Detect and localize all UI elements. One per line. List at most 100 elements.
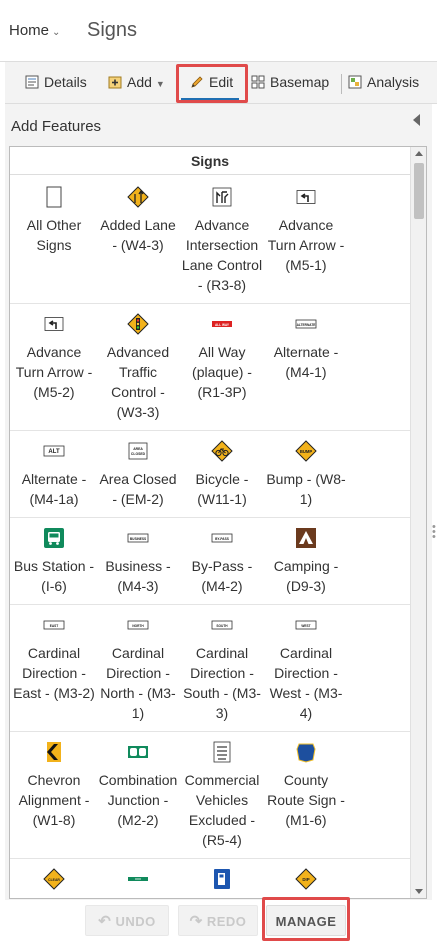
details-icon [25,75,39,89]
feature-template-item[interactable]: Commercial Vehicles Excluded - (R5-4) [180,732,264,859]
feature-template-item[interactable]: BUSINESS Business - (M4-3) [96,518,180,605]
redo-icon: ↷ [189,913,203,930]
feature-template-label: Business - (M4-3) [105,558,171,594]
feature-template-item[interactable]: EAST Cardinal Direction - East - (M3-2) [12,605,96,732]
analysis-button[interactable]: Analysis [348,74,419,90]
alt-sign-icon: ALT [43,440,65,467]
camping-sign-icon [295,527,317,554]
feature-template-label: Bus Station - (I-6) [13,558,95,594]
feature-template-item[interactable] [180,859,264,898]
south-sign-icon: SOUTH [211,614,233,641]
feature-template-item[interactable]: Chevron Alignment - (W1-8) [12,732,96,859]
east-sign-icon: EAST [43,614,65,641]
turn-arrow-sign-icon [295,186,317,213]
template-row: ALT Alternate - (M4-1a) AREA CLOSED Area Clo… [10,431,410,518]
scroll-down-icon[interactable] [415,889,423,894]
panel-title: Add Features [11,118,102,135]
edit-highlight-box [176,64,248,103]
feature-template-label: Bicycle - (W11-1) [195,471,249,507]
feature-template-item[interactable]: AREA CLOSED Area Closed - (EM-2) [96,431,180,518]
analysis-icon [348,75,362,89]
feature-template-item[interactable]: All Other Signs [12,177,96,304]
feature-template-label: Chevron Alignment - (W1-8) [18,772,90,828]
feature-template-item[interactable]: Bus Station - (I-6) [12,518,96,605]
feature-template-label: All Other Signs [26,217,82,253]
manage-highlight-box [262,897,350,941]
svg-text:BUMP: BUMP [300,449,313,454]
toolbar-divider [341,74,342,94]
feature-template-item[interactable]: County Route Sign - (M1-6) [264,732,348,859]
county-route-sign-icon [295,741,317,768]
feature-template-item[interactable]: Advance Turn Arrow - (M5-2) [12,304,96,431]
feature-template-item[interactable]: BUMP Bump - (W8-1) [264,431,348,518]
svg-text:SOUTH: SOUTH [216,624,228,628]
template-row: Advance Turn Arrow - (M5-2) Advanced Traf… [10,304,410,431]
feature-template-item[interactable]: CLEAR [12,859,96,898]
feature-template-label: Commercial Vehicles Excluded - (R5-4) [184,772,260,848]
feature-template-label: Cardinal Direction - South - (M3-3) [183,645,261,721]
add-icon [108,76,122,89]
svg-text:ALT: ALT [48,449,60,455]
west-sign-icon: WEST [295,614,317,641]
feature-template-item[interactable]: NORTH Cardinal Direction - North - (M3-1) [96,605,180,732]
feature-template-item[interactable]: Added Lane - (W4-3) [96,177,180,304]
basemap-icon [251,75,265,89]
feature-template-label: All Way (plaque) - (R1-3P) [192,344,252,400]
template-row: Chevron Alignment - (W1-8) Combination Ju… [10,732,410,859]
undo-button[interactable]: ↶ UNDO [85,905,169,936]
add-button[interactable]: Add ▼ [108,74,165,90]
feature-template-item[interactable]: ALL WAY All Way (plaque) - (R1-3P) [180,304,264,431]
bicycle-sign-icon [211,440,233,467]
business-sign-icon: BUSINESS [127,527,149,554]
clear-sign-icon: CLEAR [43,868,65,895]
feature-template-item[interactable]: Combination Junction - (M2-2) [96,732,180,859]
svg-text:BY-PASS: BY-PASS [215,537,229,541]
resize-grip-icon[interactable]: • • • [432,522,436,543]
feature-template-item[interactable]: Advance Turn Arrow - (M5-1) [264,177,348,304]
scrollbar[interactable] [410,147,426,898]
details-button[interactable]: Details [25,74,87,90]
feature-template-item[interactable]: Bicycle - (W11-1) [180,431,264,518]
blank-sign-icon [43,186,65,213]
feature-template-label: Area Closed - (EM-2) [99,471,177,507]
feature-template-label: Alternate - (M4-1a) [21,471,87,507]
feature-template-item[interactable]: Camping - (D9-3) [264,518,348,605]
feature-template-label: County Route Sign - (M1-6) [267,772,345,828]
feature-template-label: Bump - (W8-1) [266,471,346,507]
feature-template-label: Added Lane - (W4-3) [100,217,176,253]
feature-template-item[interactable] [96,859,180,898]
feature-template-item[interactable]: DIP [264,859,348,898]
svg-text:AREA: AREA [133,447,143,451]
green-strip-sign-icon [127,868,149,895]
home-menu[interactable]: Home ⌄ [9,22,60,39]
feature-template-item[interactable]: Advance Intersection Lane Control - (R3-… [180,177,264,304]
template-row: CLEAR DIP [10,859,410,898]
redo-button[interactable]: ↷ REDO [178,905,258,936]
caret-down-icon: ▼ [155,79,165,89]
basemap-button[interactable]: Basemap [251,74,329,90]
all-way-plaque-icon: ALL WAY [211,313,233,340]
feature-template-item[interactable]: BY-PASS By-Pass - (M4-2) [180,518,264,605]
svg-text:CLEAR: CLEAR [48,878,60,882]
feature-template-label: By-Pass - (M4-2) [191,558,253,594]
basemap-label: Basemap [270,74,330,90]
feature-template-item[interactable]: ALT Alternate - (M4-1a) [12,431,96,518]
bypass-sign-icon: BY-PASS [211,527,233,554]
scroll-thumb[interactable] [414,163,424,219]
feature-template-item[interactable]: ALTERNATE Alternate - (M4-1) [264,304,348,431]
area-closed-sign-icon: AREA CLOSED [127,440,149,467]
bus-sign-icon [43,527,65,554]
turn-arrow-sign-icon [43,313,65,340]
feature-template-label: Camping - (D9-3) [273,558,339,594]
feature-template-item[interactable]: SOUTH Cardinal Direction - South - (M3-3) [180,605,264,732]
feature-template-item[interactable]: Advanced Traffic Control - (W3-3) [96,304,180,431]
bump-sign-icon: BUMP [295,440,317,467]
template-row: Bus Station - (I-6) BUSINESS Business - (M… [10,518,410,605]
feature-template-item[interactable]: WEST Cardinal Direction - West - (M3-4) [264,605,348,732]
scroll-up-icon[interactable] [415,151,423,156]
layer-header: Signs [10,147,410,175]
redo-label: REDO [206,914,247,929]
feature-template-label: Advance Intersection Lane Control - (R3-… [181,217,263,293]
svg-text:WEST: WEST [301,624,310,628]
collapse-panel-icon[interactable] [413,114,420,126]
